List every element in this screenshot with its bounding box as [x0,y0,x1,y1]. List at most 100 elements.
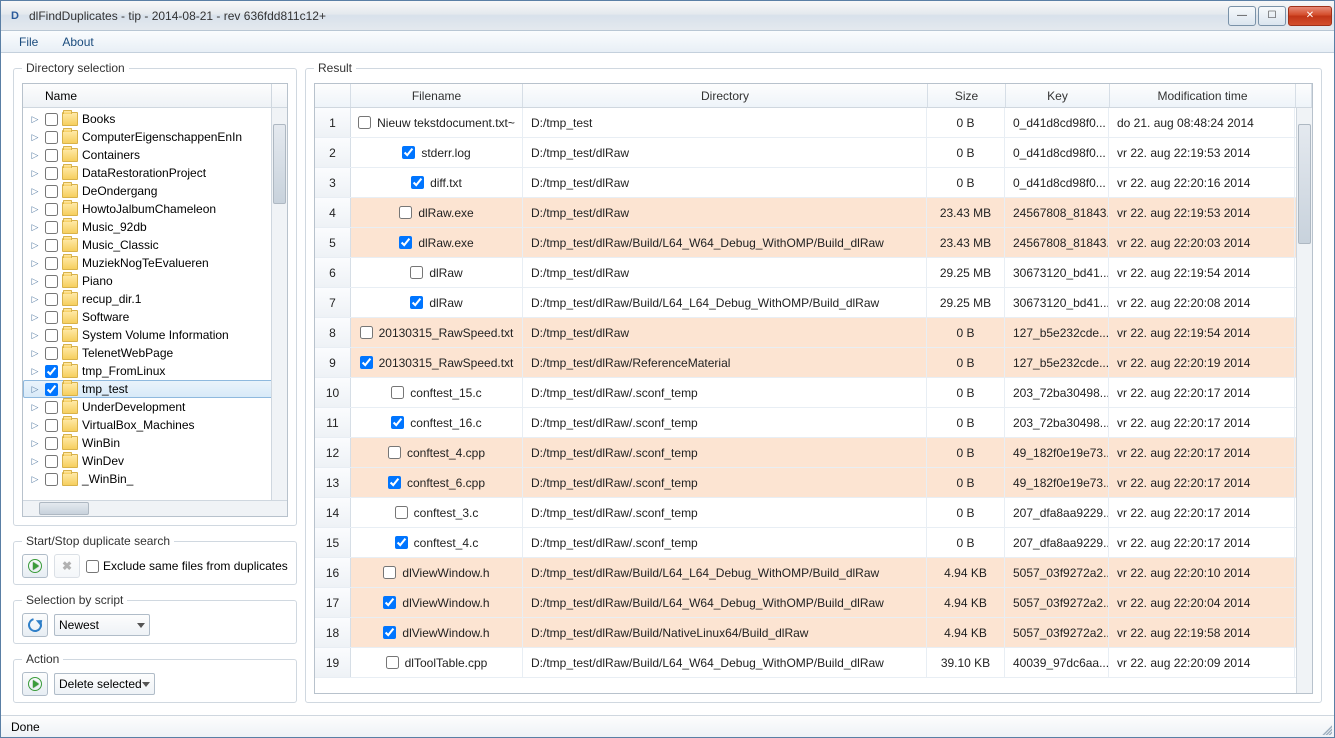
table-row[interactable]: 5dlRaw.exeD:/tmp_test/dlRaw/Build/L64_W6… [315,228,1312,258]
expand-icon[interactable]: ▷ [29,384,41,395]
row-checkbox[interactable] [388,476,401,489]
start-search-button[interactable] [22,554,48,578]
expand-icon[interactable]: ▷ [29,132,41,143]
table-row[interactable]: 13conftest_6.cppD:/tmp_test/dlRaw/.sconf… [315,468,1312,498]
expand-icon[interactable]: ▷ [29,168,41,179]
table-row[interactable]: 7dlRawD:/tmp_test/dlRaw/Build/L64_L64_De… [315,288,1312,318]
table-row[interactable]: 6dlRawD:/tmp_test/dlRaw29.25 MB30673120_… [315,258,1312,288]
tree-item-checkbox[interactable] [45,185,58,198]
row-checkbox[interactable] [410,266,423,279]
expand-icon[interactable]: ▷ [29,294,41,305]
table-row[interactable]: 16dlViewWindow.hD:/tmp_test/dlRaw/Build/… [315,558,1312,588]
row-checkbox[interactable] [360,326,373,339]
tree-item-checkbox[interactable] [45,203,58,216]
table-row[interactable]: 1Nieuw tekstdocument.txt~D:/tmp_test0 B0… [315,108,1312,138]
expand-icon[interactable]: ▷ [29,312,41,323]
expand-icon[interactable]: ▷ [29,420,41,431]
tree-item[interactable]: ▷recup_dir.1 [23,290,287,308]
maximize-button[interactable]: ☐ [1258,6,1286,26]
exclude-same-files-label[interactable]: Exclude same files from duplicates [86,559,288,573]
row-checkbox[interactable] [360,356,373,369]
tree-item-checkbox[interactable] [45,401,58,414]
tree-item[interactable]: ▷WinDev [23,452,287,470]
tree-item[interactable]: ▷TelenetWebPage [23,344,287,362]
table-row[interactable]: 14conftest_3.cD:/tmp_test/dlRaw/.sconf_t… [315,498,1312,528]
col-header-modification[interactable]: Modification time [1110,84,1296,107]
tree-item[interactable]: ▷HowtoJalbumChameleon [23,200,287,218]
tree-item-checkbox[interactable] [45,455,58,468]
expand-icon[interactable]: ▷ [29,348,41,359]
expand-icon[interactable]: ▷ [29,330,41,341]
col-header-filename[interactable]: Filename [351,84,523,107]
action-combo[interactable]: Delete selected [54,673,155,695]
minimize-button[interactable]: — [1228,6,1256,26]
expand-icon[interactable]: ▷ [29,474,41,485]
tree-item-checkbox[interactable] [45,383,58,396]
row-checkbox[interactable] [383,566,396,579]
tree-item[interactable]: ▷Music_Classic [23,236,287,254]
tree-item[interactable]: ▷DeOndergang [23,182,287,200]
table-row[interactable]: 3diff.txtD:/tmp_test/dlRaw0 B0_d41d8cd98… [315,168,1312,198]
table-row[interactable]: 4dlRaw.exeD:/tmp_test/dlRaw23.43 MB24567… [315,198,1312,228]
expand-icon[interactable]: ▷ [29,456,41,467]
tree-item[interactable]: ▷Software [23,308,287,326]
row-checkbox[interactable] [358,116,371,129]
tree-item[interactable]: ▷System Volume Information [23,326,287,344]
row-checkbox[interactable] [383,596,396,609]
directory-tree[interactable]: Name ▷Books▷ComputerEigenschappenEnIn▷Co… [22,83,288,517]
tree-vertical-scrollbar[interactable] [271,108,287,500]
resize-grip[interactable] [1320,723,1332,735]
col-header-key[interactable]: Key [1006,84,1110,107]
tree-item[interactable]: ▷Containers [23,146,287,164]
table-row[interactable]: 2stderr.logD:/tmp_test/dlRaw0 B0_d41d8cd… [315,138,1312,168]
stop-search-button[interactable]: ✖ [54,554,80,578]
row-checkbox[interactable] [411,176,424,189]
row-checkbox[interactable] [383,626,396,639]
expand-icon[interactable]: ▷ [29,114,41,125]
table-row[interactable]: 11conftest_16.cD:/tmp_test/dlRaw/.sconf_… [315,408,1312,438]
table-row[interactable]: 19dlToolTable.cppD:/tmp_test/dlRaw/Build… [315,648,1312,678]
table-row[interactable]: 920130315_RawSpeed.txtD:/tmp_test/dlRaw/… [315,348,1312,378]
tree-item-checkbox[interactable] [45,437,58,450]
row-checkbox[interactable] [410,296,423,309]
expand-icon[interactable]: ▷ [29,402,41,413]
col-header-size[interactable]: Size [928,84,1006,107]
tree-item-checkbox[interactable] [45,113,58,126]
tree-item-checkbox[interactable] [45,293,58,306]
close-button[interactable]: ✕ [1288,6,1332,26]
row-checkbox[interactable] [388,446,401,459]
tree-horizontal-scrollbar[interactable] [23,500,287,516]
table-row[interactable]: 820130315_RawSpeed.txtD:/tmp_test/dlRaw0… [315,318,1312,348]
tree-item-checkbox[interactable] [45,365,58,378]
tree-item-checkbox[interactable] [45,239,58,252]
menu-file[interactable]: File [7,33,50,51]
row-checkbox[interactable] [395,536,408,549]
tree-item[interactable]: ▷_WinBin_ [23,470,287,488]
tree-item[interactable]: ▷WinBin [23,434,287,452]
tree-item-checkbox[interactable] [45,221,58,234]
expand-icon[interactable]: ▷ [29,186,41,197]
tree-item[interactable]: ▷UnderDevelopment [23,398,287,416]
tree-item[interactable]: ▷Music_92db [23,218,287,236]
row-checkbox[interactable] [399,236,412,249]
tree-item-checkbox[interactable] [45,419,58,432]
menu-about[interactable]: About [50,33,105,51]
grid-vertical-scrollbar[interactable] [1296,108,1312,693]
table-row[interactable]: 18dlViewWindow.hD:/tmp_test/dlRaw/Build/… [315,618,1312,648]
table-row[interactable]: 15conftest_4.cD:/tmp_test/dlRaw/.sconf_t… [315,528,1312,558]
expand-icon[interactable]: ▷ [29,366,41,377]
action-run-button[interactable] [22,672,48,696]
tree-item[interactable]: ▷tmp_FromLinux [23,362,287,380]
tree-item[interactable]: ▷ComputerEigenschappenEnIn [23,128,287,146]
expand-icon[interactable]: ▷ [29,222,41,233]
tree-item-checkbox[interactable] [45,167,58,180]
expand-icon[interactable]: ▷ [29,150,41,161]
tree-item-checkbox[interactable] [45,149,58,162]
tree-item-checkbox[interactable] [45,257,58,270]
table-row[interactable]: 12conftest_4.cppD:/tmp_test/dlRaw/.sconf… [315,438,1312,468]
tree-item-checkbox[interactable] [45,131,58,144]
expand-icon[interactable]: ▷ [29,204,41,215]
script-combo[interactable]: Newest [54,614,150,636]
exclude-same-files-checkbox[interactable] [86,560,99,573]
tree-item[interactable]: ▷Books [23,110,287,128]
